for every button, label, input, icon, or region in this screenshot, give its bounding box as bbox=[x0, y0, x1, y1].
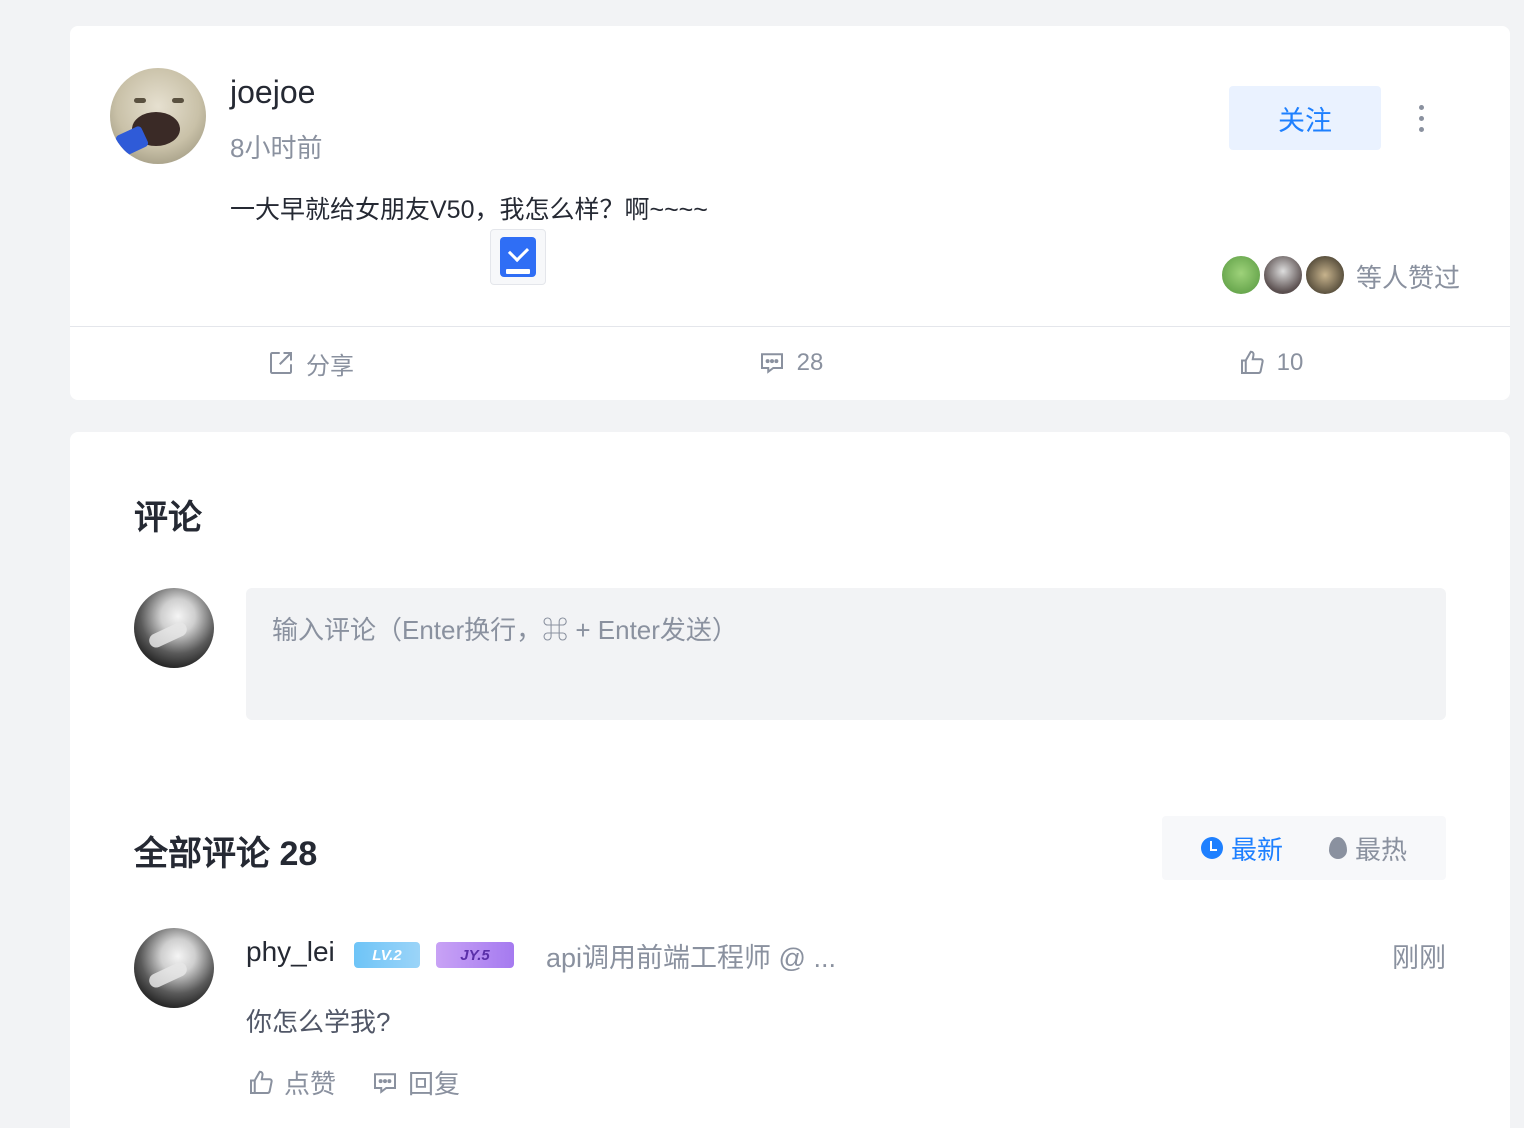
sort-newest-label: 最新 bbox=[1230, 834, 1283, 865]
sort-hottest-label: 最热 bbox=[1354, 834, 1407, 865]
current-user-avatar[interactable] bbox=[134, 588, 214, 668]
author-username[interactable]: joejoe bbox=[230, 74, 315, 111]
author-avatar[interactable] bbox=[110, 68, 206, 164]
share-label: 分享 bbox=[306, 352, 354, 380]
attached-image[interactable] bbox=[490, 229, 546, 285]
commenter-username[interactable]: phy_lei bbox=[246, 936, 335, 968]
comment-actions: 点赞 回复 bbox=[246, 1064, 460, 1101]
sort-hottest-tab[interactable]: 最热 bbox=[1328, 830, 1407, 867]
liker-avatar bbox=[1304, 254, 1346, 296]
thumbs-up-icon bbox=[1240, 350, 1264, 374]
like-button[interactable]: 10 bbox=[1030, 326, 1510, 400]
jy-badge[interactable]: JY.5 bbox=[436, 942, 514, 968]
comment-reply-button[interactable]: 回复 bbox=[370, 1064, 460, 1101]
like-count: 10 bbox=[1276, 349, 1304, 376]
comments-heading: 评论 bbox=[134, 499, 202, 537]
comment-text: 你怎么学我? bbox=[246, 1007, 391, 1037]
comment-reply-label: 回复 bbox=[408, 1069, 461, 1099]
comment-like-button[interactable]: 点赞 bbox=[246, 1064, 336, 1101]
post-card: joejoe 8小时前 一大早就给女朋友V50，我怎么样？啊~~~~ 关注 等人… bbox=[70, 26, 1510, 400]
comment-icon bbox=[374, 1072, 397, 1094]
more-options-icon[interactable] bbox=[1406, 98, 1436, 138]
likers-group[interactable]: 等人赞过 bbox=[1220, 254, 1480, 298]
comment-like-label: 点赞 bbox=[284, 1069, 337, 1099]
comment-count: 28 bbox=[796, 349, 824, 376]
follow-button[interactable]: 关注 bbox=[1229, 86, 1381, 150]
liker-avatar bbox=[1262, 254, 1304, 296]
commenter-avatar[interactable] bbox=[134, 928, 214, 1008]
commenter-job-title: api调用前端工程师 @ ... bbox=[546, 943, 836, 973]
comment-input[interactable] bbox=[246, 588, 1446, 720]
post-content: 一大早就给女朋友V50，我怎么样？啊~~~~ bbox=[230, 196, 708, 224]
comment-icon bbox=[760, 353, 783, 374]
liker-avatar bbox=[1220, 254, 1262, 296]
fire-icon bbox=[1328, 837, 1347, 859]
clock-icon bbox=[1200, 837, 1223, 859]
share-button[interactable]: 分享 bbox=[70, 326, 550, 400]
likers-text: 等人赞过 bbox=[1356, 263, 1461, 293]
comment-button[interactable]: 28 bbox=[550, 326, 1030, 400]
all-comments-heading: 全部评论 28 bbox=[134, 835, 318, 873]
level-badge[interactable]: LV.2 bbox=[354, 942, 420, 968]
book-icon bbox=[500, 237, 536, 277]
thumbs-up-icon bbox=[250, 1070, 273, 1094]
post-time: 8小时前 bbox=[230, 133, 323, 163]
post-actions: 分享 28 10 bbox=[70, 326, 1510, 400]
sort-newest-tab[interactable]: 最新 bbox=[1200, 830, 1283, 867]
share-icon bbox=[270, 352, 292, 374]
sort-bar: 最新 最热 bbox=[1162, 816, 1446, 880]
comments-card: 评论 全部评论 28 最新 最热 phy_lei LV.2 JY.5 api调用… bbox=[70, 432, 1510, 1128]
comment-time: 刚刚 bbox=[1392, 943, 1446, 973]
